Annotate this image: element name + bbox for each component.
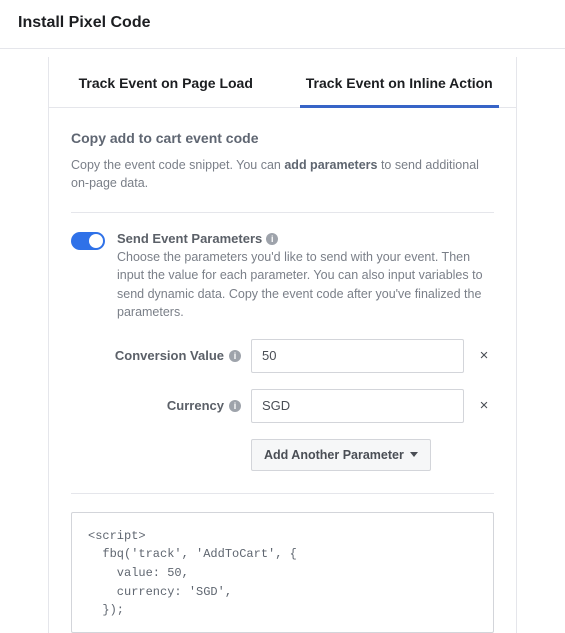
- page-header: Install Pixel Code: [0, 0, 565, 49]
- close-icon[interactable]: ×: [474, 397, 494, 414]
- outer-container: Track Event on Page Load Track Event on …: [0, 49, 565, 633]
- content: Copy add to cart event code Copy the eve…: [49, 108, 516, 633]
- toggle-row: Send Event Parameters i Choose the param…: [71, 231, 494, 321]
- toggle-title: Send Event Parameters i: [117, 231, 494, 246]
- param-row-conversion-value: Conversion Value i ×: [71, 339, 494, 373]
- param-label-text: Conversion Value: [115, 348, 224, 363]
- desc-bold: add parameters: [284, 158, 377, 172]
- add-parameter-button[interactable]: Add Another Parameter: [251, 439, 431, 471]
- tab-page-load[interactable]: Track Event on Page Load: [49, 57, 283, 107]
- divider: [71, 493, 494, 494]
- tabs: Track Event on Page Load Track Event on …: [49, 57, 516, 108]
- param-label: Conversion Value i: [71, 348, 241, 363]
- page-title: Install Pixel Code: [18, 14, 547, 32]
- section-description: Copy the event code snippet. You can add…: [71, 156, 494, 192]
- tab-label: Track Event on Page Load: [79, 75, 253, 91]
- param-label: Currency i: [71, 398, 241, 413]
- currency-input[interactable]: [251, 389, 464, 423]
- add-param-row: Add Another Parameter: [251, 439, 494, 471]
- info-icon[interactable]: i: [229, 400, 241, 412]
- toggle-title-text: Send Event Parameters: [117, 231, 262, 246]
- divider: [71, 212, 494, 213]
- tab-label: Track Event on Inline Action: [306, 75, 493, 91]
- toggle-description: Choose the parameters you'd like to send…: [117, 248, 494, 321]
- send-parameters-toggle[interactable]: [71, 232, 105, 250]
- toggle-text: Send Event Parameters i Choose the param…: [117, 231, 494, 321]
- param-row-currency: Currency i ×: [71, 389, 494, 423]
- info-icon[interactable]: i: [266, 233, 278, 245]
- conversion-value-input[interactable]: [251, 339, 464, 373]
- chevron-down-icon: [410, 452, 418, 457]
- close-icon[interactable]: ×: [474, 347, 494, 364]
- panel: Track Event on Page Load Track Event on …: [48, 57, 517, 633]
- desc-pre: Copy the event code snippet. You can: [71, 158, 284, 172]
- code-snippet[interactable]: <script> fbq('track', 'AddToCart', { val…: [71, 512, 494, 633]
- param-label-text: Currency: [167, 398, 224, 413]
- add-param-label: Add Another Parameter: [264, 448, 404, 462]
- tab-inline-action[interactable]: Track Event on Inline Action: [283, 57, 517, 107]
- info-icon[interactable]: i: [229, 350, 241, 362]
- section-title: Copy add to cart event code: [71, 130, 494, 146]
